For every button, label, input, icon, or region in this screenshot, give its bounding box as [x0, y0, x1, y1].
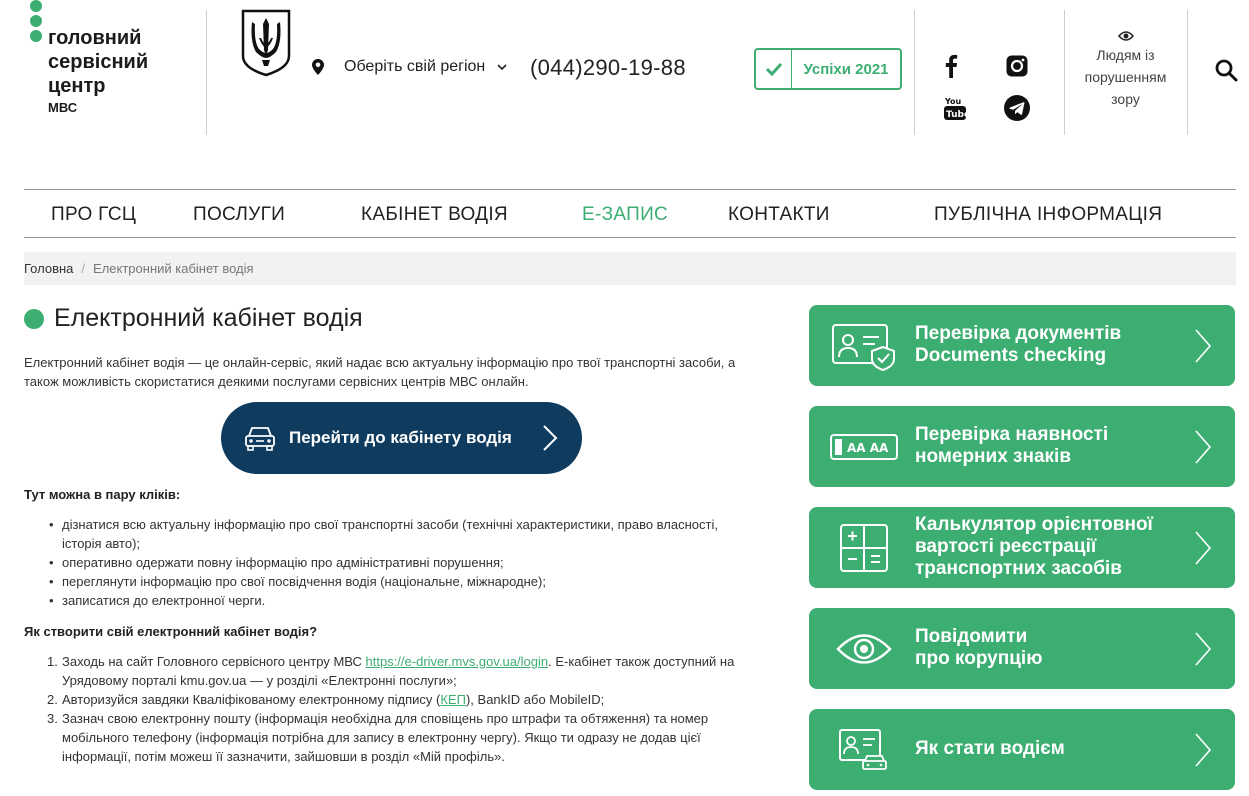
chevron-right-icon	[1195, 329, 1212, 363]
social-links: You Tube	[930, 50, 1040, 125]
success-2021-button[interactable]: Успіхи 2021	[754, 48, 902, 90]
cta-label: Перейти до кабінету водія	[289, 428, 512, 447]
success-label: Успіхи 2021	[803, 60, 889, 78]
instagram-icon[interactable]	[1003, 52, 1031, 80]
plate-text: AA AA	[847, 441, 889, 455]
become-driver-card[interactable]: Як стати водієм	[809, 709, 1235, 790]
list-item: 2. Авторизуйся завдяки Кваліфікованому е…	[47, 692, 605, 707]
chevron-right-icon	[543, 425, 558, 451]
facebook-icon[interactable]	[937, 52, 965, 80]
nav-item-services[interactable]: ПОСЛУГИ	[193, 204, 285, 226]
breadcrumb-home[interactable]: Головна	[24, 261, 73, 276]
accessibility-label-line: зору	[1111, 91, 1140, 107]
accessibility-label-line: Людям із	[1096, 47, 1155, 63]
can-do-heading: Тут можна в пару кліків:	[24, 487, 181, 502]
e-driver-link[interactable]: https://e-driver.mvs.gov.ua/login	[366, 654, 549, 669]
kep-link[interactable]: КЕП	[440, 692, 466, 707]
plates-check-card[interactable]: AA AA Перевірка наявності номерних знакі…	[809, 406, 1235, 487]
list-item: записатися до електронної черги.	[49, 591, 718, 610]
logo-dots	[30, 0, 44, 45]
divider	[1187, 10, 1188, 135]
chevron-right-icon	[1195, 632, 1212, 666]
can-do-list: дізнатися всю актуальну інформацію про с…	[49, 515, 718, 610]
accessibility-label-line: порушенням	[1084, 69, 1167, 85]
intro-text: Електронний кабінет водія — це онлайн-се…	[24, 355, 736, 389]
card-title: Повідомити про корупцію	[915, 626, 1043, 669]
youtube-icon[interactable]: You Tube	[941, 94, 969, 122]
logo-name: головний сервісний центр	[48, 27, 149, 97]
accessibility-link[interactable]: Людям із порушенням зору	[1068, 30, 1183, 110]
list-item: дізнатися всю актуальну інформацію про с…	[49, 515, 718, 553]
page-title: Електронний кабінет водія	[24, 304, 363, 333]
nav-item-contacts[interactable]: КОНТАКТИ	[728, 204, 830, 226]
list-item: 1. Заходь на сайт Головного сервісного ц…	[47, 654, 735, 688]
breadcrumb-separator: /	[81, 261, 86, 276]
nav-item-driver-cabinet[interactable]: КАБІНЕТ ВОДІЯ	[361, 204, 508, 226]
logo-sub: МВС	[48, 100, 78, 115]
list-item: оперативно одержати повну інформацію про…	[49, 553, 718, 572]
svg-text:You: You	[944, 97, 962, 106]
nav-item-e-queue[interactable]: Е-ЗАПИС	[582, 204, 668, 226]
divider	[914, 10, 915, 135]
chevron-right-icon	[1195, 430, 1212, 464]
divider	[1064, 10, 1065, 135]
card-title: Перевірка наявності номерних знаків	[915, 424, 1109, 467]
phone-number[interactable]: (044)290-19-88	[530, 55, 686, 81]
divider	[206, 10, 207, 135]
coat-of-arms-icon	[241, 9, 291, 77]
steps-list: 1. Заходь на сайт Головного сервісного ц…	[47, 652, 735, 766]
registration-calculator-card[interactable]: Калькулятор орієнтовної вартості реєстра…	[809, 507, 1235, 588]
eye-icon	[829, 622, 899, 676]
breadcrumb: Головна / Електронний кабінет водія	[24, 252, 1236, 285]
site-logo[interactable]: головний сервісний центр МВС	[30, 0, 200, 120]
map-pin-icon	[312, 59, 324, 75]
car-icon	[245, 427, 275, 451]
page-title-text: Електронний кабінет водія	[54, 304, 363, 332]
region-selector[interactable]: Оберіть свій регіон	[312, 58, 507, 76]
search-icon[interactable]	[1214, 58, 1238, 82]
main-nav: ПРО ГСЦ ПОСЛУГИ КАБІНЕТ ВОДІЯ Е-ЗАПИС КО…	[24, 189, 1236, 238]
nav-item-public-info[interactable]: ПУБЛІЧНА ІНФОРМАЦІЯ	[934, 204, 1162, 226]
check-icon	[756, 50, 792, 88]
id-card-shield-icon	[829, 319, 899, 373]
calculator-icon	[829, 521, 899, 575]
card-title: Перевірка документів Documents checking	[915, 323, 1122, 366]
driver-license-car-icon	[829, 723, 899, 777]
card-title: Калькулятор орієнтовної вартості реєстра…	[915, 514, 1153, 579]
nav-item-about[interactable]: ПРО ГСЦ	[51, 204, 136, 226]
svg-text:Tube: Tube	[946, 110, 966, 120]
documents-check-card[interactable]: Перевірка документів Documents checking	[809, 305, 1235, 386]
card-title: Як стати водієм	[915, 738, 1065, 759]
list-item: 3. Зазнач свою електронну пошту (інформа…	[47, 711, 709, 764]
chevron-down-icon	[497, 63, 507, 70]
region-label: Оберіть свій регіон	[344, 58, 486, 75]
telegram-icon[interactable]	[1003, 94, 1031, 122]
license-plate-icon: AA AA	[829, 420, 899, 474]
title-bullet	[24, 308, 44, 329]
chevron-right-icon	[1195, 733, 1212, 767]
breadcrumb-current: Електронний кабінет водія	[93, 261, 254, 276]
eye-icon	[1117, 31, 1134, 41]
go-to-driver-cabinet-button[interactable]: Перейти до кабінету водія	[221, 402, 582, 474]
list-item: переглянути інформацію про свої посвідче…	[49, 572, 718, 591]
report-corruption-card[interactable]: Повідомити про корупцію	[809, 608, 1235, 689]
chevron-right-icon	[1195, 531, 1212, 565]
how-to-heading: Як створити свій електронний кабінет вод…	[24, 624, 318, 639]
